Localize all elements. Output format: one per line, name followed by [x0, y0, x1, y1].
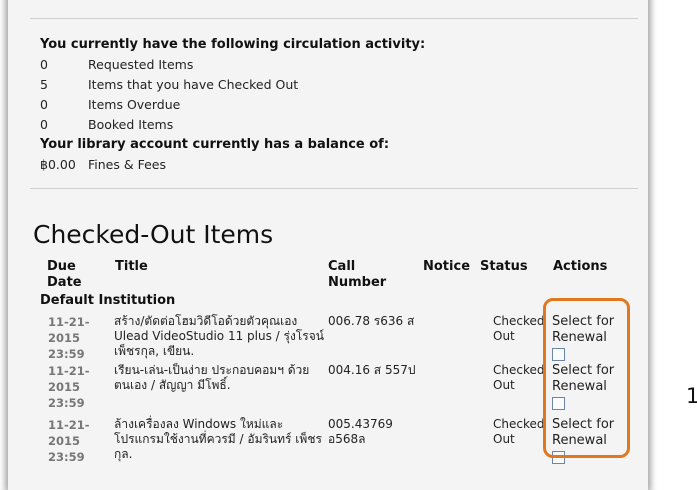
- item-title-link[interactable]: ล้างเครื่องลง Windows ใหม่และโปรแกรมใช้ง…: [114, 417, 326, 462]
- circulation-count: 0: [40, 57, 48, 72]
- circulation-heading: You currently have the following circula…: [40, 37, 426, 52]
- balance-label: Fines & Fees: [88, 157, 166, 172]
- item-status: Checked Out: [493, 314, 545, 343]
- item-title-link[interactable]: สร้าง/ตัดต่อโฮมวิดีโอด้วยตัวคุณเอง Ulead…: [114, 314, 326, 359]
- balance-amount: ฿0.00: [40, 157, 76, 172]
- circulation-row-overdue[interactable]: 0 Items Overdue: [40, 97, 180, 112]
- column-header-actions: Actions: [553, 259, 608, 274]
- renewal-column-highlight: [543, 298, 630, 458]
- circulation-label: Booked Items: [88, 117, 174, 132]
- balance-row[interactable]: ฿0.00 Fines & Fees: [40, 157, 166, 172]
- call-number: 005.43769 อ568ล: [328, 417, 393, 446]
- divider-top: [30, 18, 638, 19]
- circulation-label: Items Overdue: [88, 97, 181, 112]
- divider-middle: [30, 188, 638, 189]
- column-header-title[interactable]: Title: [115, 259, 148, 275]
- page-number: 1: [686, 384, 697, 408]
- item-status: Checked Out: [493, 363, 545, 392]
- item-title-link[interactable]: เรียน-เล่น-เป็นง่าย ประกอบคอมฯ ด้วยตนเอง…: [114, 363, 314, 393]
- column-header-status: Status: [480, 259, 528, 274]
- circulation-row-checked-out[interactable]: 5 Items that you have Checked Out: [40, 77, 298, 92]
- item-status: Checked Out: [493, 417, 545, 446]
- circulation-count: 5: [40, 77, 48, 92]
- due-date: 11-21-2015 23:59: [48, 364, 90, 410]
- circulation-row-booked[interactable]: 0 Booked Items: [40, 117, 173, 132]
- column-header-due-date[interactable]: Due Date: [47, 259, 95, 291]
- call-number: 004.16 ส 557ป: [328, 363, 416, 377]
- due-date: 11-21-2015 23:59: [48, 315, 90, 361]
- circulation-label: Items that you have Checked Out: [88, 77, 299, 92]
- circulation-count: 0: [40, 97, 48, 112]
- balance-heading: Your library account currently has a bal…: [40, 137, 390, 152]
- column-header-notice: Notice: [423, 259, 471, 274]
- call-number: 006.78 ร636 ส: [328, 314, 415, 328]
- circulation-label: Requested Items: [88, 57, 194, 72]
- institution-label: Default Institution: [40, 293, 176, 308]
- circulation-row-requested[interactable]: 0 Requested Items: [40, 57, 193, 72]
- circulation-count: 0: [40, 117, 48, 132]
- column-header-call-number[interactable]: Call Number: [328, 259, 388, 291]
- due-date: 11-21-2015 23:59: [48, 418, 90, 464]
- checked-out-title: Checked-Out Items: [33, 220, 274, 249]
